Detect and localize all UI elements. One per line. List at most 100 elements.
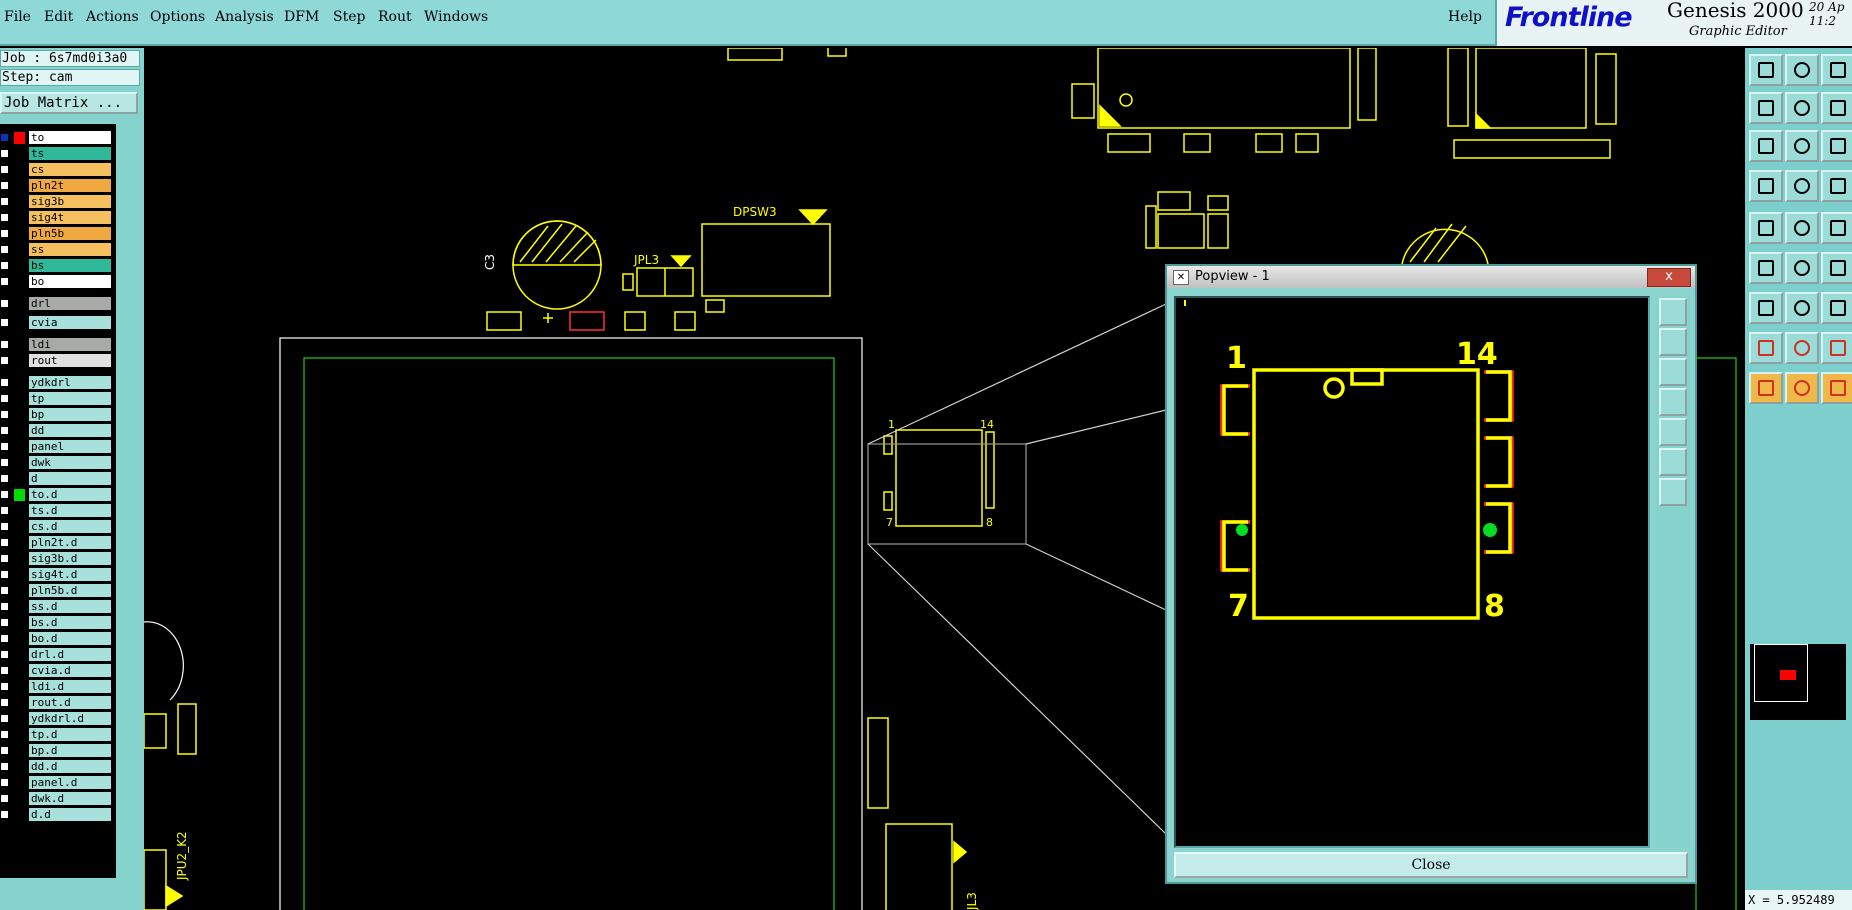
menu-actions[interactable]: Actions [86,9,139,25]
cursor-icon[interactable] [1785,170,1819,202]
layer-checkbox[interactable] [0,458,9,467]
menu-edit[interactable]: Edit [44,9,73,25]
layer-row-sig4t[interactable]: sig4t [0,210,116,225]
home-icon[interactable] [1821,54,1852,86]
layer-row-ydkdrl[interactable]: ydkdrl [0,375,116,390]
layer-name[interactable]: sig4t [29,211,111,224]
layer-row-pln5b-d[interactable]: pln5b.d [0,583,116,598]
layer-checkbox[interactable] [0,746,9,755]
route-icon[interactable] [1785,212,1819,244]
layer-name[interactable]: ldi [29,338,111,351]
layer-color-swatch[interactable] [14,377,25,389]
layer-name[interactable]: sig3b [29,195,111,208]
layer-name[interactable]: cs [29,163,111,176]
window-menu-icon[interactable]: ✕ [1173,270,1189,285]
layer-name[interactable]: tp [29,392,111,405]
pan-left-icon[interactable] [1749,332,1783,364]
menu-step[interactable]: Step [333,9,365,25]
measure-icon[interactable] [1821,372,1852,404]
layer-row-ts[interactable]: ts [0,146,116,161]
pv-pan-right-icon[interactable] [1659,418,1687,446]
layer-color-swatch[interactable] [14,164,25,176]
layer-checkbox[interactable] [0,213,9,222]
layer-name[interactable]: sig4t.d [29,568,111,581]
layer-color-swatch[interactable] [14,793,25,805]
snap-icon[interactable] [1749,170,1783,202]
pan-left-icon[interactable] [1749,92,1783,124]
layer-name[interactable]: bs.d [29,616,111,629]
layer-row-to[interactable]: to [0,130,116,145]
layer-color-swatch[interactable] [14,745,25,757]
layer-checkbox[interactable] [0,650,9,659]
layer-name[interactable]: drl [29,297,111,310]
menu-windows[interactable]: Windows [424,9,488,25]
layer-color-swatch[interactable] [14,761,25,773]
measure-icon[interactable] [1821,130,1852,162]
layer-checkbox[interactable] [0,570,9,579]
line-icon[interactable] [1749,252,1783,284]
layer-row-ldi[interactable]: ldi [0,337,116,352]
layer-checkbox[interactable] [0,378,9,387]
layer-checkbox[interactable] [0,133,9,142]
layer-row-dd[interactable]: dd [0,423,116,438]
layer-name[interactable]: ss.d [29,600,111,613]
layer-color-swatch[interactable] [14,713,25,725]
layer-checkbox[interactable] [0,602,9,611]
layer-checkbox[interactable] [0,474,9,483]
layer-name[interactable]: pln5b [29,227,111,240]
layer-checkbox[interactable] [0,810,9,819]
popview-titlebar[interactable]: ✕ Popview - 1 x [1167,266,1695,288]
layer-name[interactable]: ss [29,243,111,256]
layer-color-swatch[interactable] [14,132,25,144]
layer-row-panel-d[interactable]: panel.d [0,775,116,790]
layer-name[interactable]: dd.d [29,760,111,773]
layer-checkbox[interactable] [0,197,9,206]
layer-row-bo-d[interactable]: bo.d [0,631,116,646]
layer-color-swatch[interactable] [14,276,25,288]
layer-name[interactable]: bp [29,408,111,421]
layer-checkbox[interactable] [0,762,9,771]
layer-color-swatch[interactable] [14,553,25,565]
layer-row-rout[interactable]: rout [0,353,116,368]
layer-row-rout-d[interactable]: rout.d [0,695,116,710]
layer-name[interactable]: d [29,472,111,485]
layer-checkbox[interactable] [0,181,9,190]
menu-analysis[interactable]: Analysis [215,9,274,25]
layer-name[interactable]: pln2t [29,179,111,192]
layer-color-swatch[interactable] [14,777,25,789]
pv-fit-icon[interactable] [1659,448,1687,476]
layer-name[interactable]: cvia.d [29,664,111,677]
layer-color-swatch[interactable] [14,180,25,192]
layer-name[interactable]: dwk [29,456,111,469]
layer-row-ldi-d[interactable]: ldi.d [0,679,116,694]
layer-row-pln2t-d[interactable]: pln2t.d [0,535,116,550]
layer-checkbox[interactable] [0,299,9,308]
pv-zoom-out-icon[interactable] [1659,328,1687,356]
layer-row-cvia-d[interactable]: cvia.d [0,663,116,678]
layer-checkbox[interactable] [0,261,9,270]
layer-color-swatch[interactable] [14,489,25,501]
layer-checkbox[interactable] [0,538,9,547]
layer-checkbox[interactable] [0,394,9,403]
layer-color-swatch[interactable] [14,601,25,613]
layer-row-ydkdrl-d[interactable]: ydkdrl.d [0,711,116,726]
layer-name[interactable]: bp.d [29,744,111,757]
layer-color-swatch[interactable] [14,317,25,329]
pv-zoom-area-icon[interactable] [1659,358,1687,386]
layer-row-drl[interactable]: drl [0,296,116,311]
menu-help[interactable]: Help [1448,9,1482,25]
layer-color-swatch[interactable] [14,649,25,661]
home-icon[interactable] [1821,292,1852,324]
menu-dfm[interactable]: DFM [284,9,319,25]
layer-checkbox[interactable] [0,778,9,787]
layer-row-to-d[interactable]: to.d [0,487,116,502]
polygon-icon[interactable] [1785,252,1819,284]
layer-checkbox[interactable] [0,618,9,627]
layer-checkbox[interactable] [0,245,9,254]
layer-checkbox[interactable] [0,356,9,365]
zoom-area-icon[interactable] [1785,54,1819,86]
layer-color-swatch[interactable] [14,505,25,517]
fit-icon[interactable] [1749,372,1783,404]
layer-row-d-d[interactable]: d.d [0,807,116,822]
layer-name[interactable]: pln5b.d [29,584,111,597]
